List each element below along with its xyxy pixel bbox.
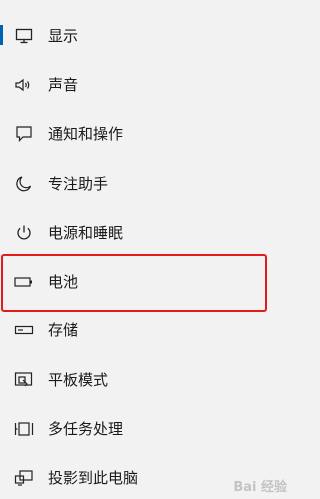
nav-item-label: 多任务处理: [48, 420, 124, 438]
monitor-icon: [14, 26, 34, 46]
nav-item-label: 电源和睡眠: [48, 224, 124, 242]
power-icon: [14, 223, 34, 243]
project-to-pc-icon: [14, 468, 34, 488]
notification-icon: [14, 124, 34, 144]
speaker-icon: [14, 75, 34, 95]
watermark: Bai 经验: [233, 476, 287, 495]
multitasking-icon: [14, 419, 34, 439]
settings-nav: 显示 声音 通知和操作 专注助手 电源和睡眠 电池 存储 平板模式 多任务处理 …: [0, 0, 291, 499]
watermark-text: Bai 经验: [233, 480, 287, 495]
storage-icon: [14, 320, 34, 340]
moon-icon: [14, 174, 34, 194]
nav-item-label: 通知和操作: [48, 125, 124, 143]
nav-item-focus-assist[interactable]: 专注助手: [0, 164, 291, 204]
highlight-box: [1, 254, 267, 312]
nav-item-sound[interactable]: 声音: [0, 65, 291, 105]
nav-item-display[interactable]: 显示: [0, 16, 291, 56]
nav-item-label: 声音: [48, 76, 79, 94]
nav-item-label: 显示: [48, 27, 79, 45]
nav-item-label: 专注助手: [48, 175, 109, 193]
nav-item-storage[interactable]: 存储: [0, 310, 291, 350]
nav-item-label: 存储: [48, 321, 79, 339]
nav-item-power-sleep[interactable]: 电源和睡眠: [0, 213, 291, 253]
nav-item-notifications[interactable]: 通知和操作: [0, 114, 291, 154]
nav-item-label: 投影到此电脑: [48, 469, 139, 487]
nav-item-label: 平板模式: [48, 371, 109, 389]
nav-item-tablet-mode[interactable]: 平板模式: [0, 360, 291, 400]
nav-item-multitasking[interactable]: 多任务处理: [0, 409, 291, 449]
tablet-mode-icon: [14, 370, 34, 390]
